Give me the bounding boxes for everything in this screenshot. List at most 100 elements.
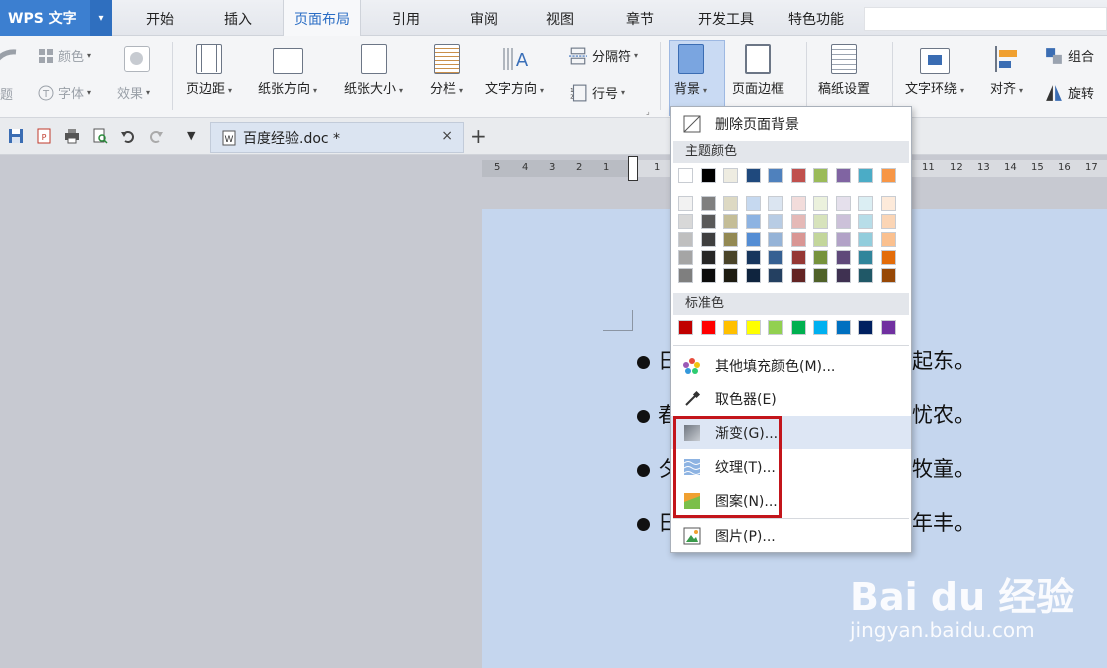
theme-shade-swatch[interactable] xyxy=(813,232,828,247)
theme-shade-swatch[interactable] xyxy=(835,232,851,247)
theme-shade-swatch[interactable] xyxy=(813,250,828,265)
tab-list-dropdown-icon[interactable]: ▼ xyxy=(187,129,195,142)
theme-shade-swatch[interactable] xyxy=(835,250,851,265)
standard-color-swatch[interactable] xyxy=(835,320,851,335)
theme-shade-swatch[interactable] xyxy=(880,250,896,265)
theme-shade-swatch[interactable] xyxy=(723,214,738,229)
line-numbers-button[interactable]: 12 行号 ▾ xyxy=(568,83,625,102)
margins-button[interactable]: 页边距 ▾ xyxy=(186,44,232,97)
indent-marker[interactable] xyxy=(628,156,638,181)
print-preview-icon[interactable] xyxy=(92,128,108,144)
background-button[interactable]: 背景 ▾ xyxy=(674,44,707,97)
standard-color-swatch[interactable] xyxy=(813,320,828,335)
page-border-button[interactable]: 页面边框 xyxy=(732,44,784,97)
theme-shade-swatch[interactable] xyxy=(745,232,761,247)
theme-shade-swatch[interactable] xyxy=(768,250,783,265)
theme-shade-swatch[interactable] xyxy=(880,232,896,247)
colors-button[interactable]: 颜色 ▾ xyxy=(38,46,91,65)
theme-shade-swatch[interactable] xyxy=(700,268,716,283)
eyedropper-item[interactable]: 取色器(E) xyxy=(671,382,911,415)
standard-color-swatch[interactable] xyxy=(700,320,716,335)
effects-icon[interactable] xyxy=(124,46,150,72)
print-icon[interactable] xyxy=(64,128,80,144)
document-tab[interactable]: W 百度经验.doc * × xyxy=(210,122,464,153)
theme-shade-swatch[interactable] xyxy=(813,268,828,283)
theme-color-swatch[interactable] xyxy=(723,168,738,183)
theme-shade-swatch[interactable] xyxy=(858,232,873,247)
theme-shade-swatch[interactable] xyxy=(745,268,761,283)
tab-page-layout[interactable]: 页面布局 xyxy=(283,0,361,37)
theme-color-swatch[interactable] xyxy=(880,168,896,183)
theme-color-swatch[interactable] xyxy=(835,168,851,183)
picture-item[interactable]: 图片(P)... xyxy=(671,519,911,552)
theme-shade-swatch[interactable] xyxy=(858,196,873,211)
theme-shade-swatch[interactable] xyxy=(858,250,873,265)
columns-button[interactable]: 分栏 ▾ xyxy=(430,44,463,97)
standard-color-swatch[interactable] xyxy=(723,320,738,335)
theme-color-swatch[interactable] xyxy=(790,168,806,183)
theme-shade-swatch[interactable] xyxy=(880,196,896,211)
breaks-button[interactable]: 分隔符 ▾ xyxy=(568,46,638,65)
text-direction-button[interactable]: A 文字方向 ▾ xyxy=(485,44,544,97)
theme-shade-swatch[interactable] xyxy=(723,250,738,265)
page-setup-launcher-icon[interactable]: ⌟ xyxy=(646,107,650,116)
theme-shade-swatch[interactable] xyxy=(745,196,761,211)
theme-shade-swatch[interactable] xyxy=(880,214,896,229)
theme-shade-swatch[interactable] xyxy=(813,196,828,211)
theme-shade-swatch[interactable] xyxy=(790,196,806,211)
app-menu-arrow-icon[interactable]: ▾ xyxy=(90,0,112,36)
theme-shade-swatch[interactable] xyxy=(858,268,873,283)
theme-shade-swatch[interactable] xyxy=(790,232,806,247)
theme-shade-swatch[interactable] xyxy=(678,268,693,283)
theme-shade-swatch[interactable] xyxy=(700,250,716,265)
tab-developer[interactable]: 开发工具 xyxy=(686,0,766,36)
search-input[interactable] xyxy=(864,7,1107,31)
tab-chapter[interactable]: 章节 xyxy=(612,0,668,36)
tab-view[interactable]: 视图 xyxy=(532,0,588,36)
theme-shade-swatch[interactable] xyxy=(700,232,716,247)
theme-shade-swatch[interactable] xyxy=(768,214,783,229)
theme-button-label[interactable]: 题 xyxy=(0,84,13,103)
fonts-button[interactable]: T 字体 ▾ xyxy=(38,83,91,102)
theme-shade-swatch[interactable] xyxy=(790,214,806,229)
theme-color-swatch[interactable] xyxy=(745,168,761,183)
theme-color-swatch[interactable] xyxy=(700,168,716,183)
theme-shade-swatch[interactable] xyxy=(678,196,693,211)
effects-button[interactable]: 效果 ▾ xyxy=(117,83,150,102)
theme-shade-swatch[interactable] xyxy=(723,196,738,211)
paper-size-button[interactable]: 纸张大小 ▾ xyxy=(344,44,403,97)
theme-icon[interactable] xyxy=(0,46,20,76)
standard-color-swatch[interactable] xyxy=(880,320,896,335)
redo-icon[interactable] xyxy=(148,128,164,144)
theme-shade-swatch[interactable] xyxy=(858,214,873,229)
standard-color-swatch[interactable] xyxy=(745,320,761,335)
theme-shade-swatch[interactable] xyxy=(835,196,851,211)
theme-shade-swatch[interactable] xyxy=(813,214,828,229)
theme-shade-swatch[interactable] xyxy=(723,232,738,247)
remove-background-item[interactable]: 删除页面背景 xyxy=(671,107,911,140)
theme-shade-swatch[interactable] xyxy=(700,196,716,211)
theme-shade-swatch[interactable] xyxy=(768,196,783,211)
standard-color-swatch[interactable] xyxy=(678,320,693,335)
theme-shade-swatch[interactable] xyxy=(700,214,716,229)
tab-references[interactable]: 引用 xyxy=(378,0,434,36)
theme-shade-swatch[interactable] xyxy=(768,232,783,247)
theme-shade-swatch[interactable] xyxy=(768,268,783,283)
theme-shade-swatch[interactable] xyxy=(835,214,851,229)
more-fill-colors-item[interactable]: 其他填充颜色(M)... xyxy=(671,349,911,382)
new-tab-icon[interactable]: + xyxy=(470,124,487,148)
orientation-button[interactable]: 纸张方向 ▾ xyxy=(258,44,317,97)
align-button[interactable]: 对齐 ▾ xyxy=(990,44,1023,97)
save-icon[interactable] xyxy=(8,128,24,144)
theme-color-swatch[interactable] xyxy=(858,168,873,183)
theme-shade-swatch[interactable] xyxy=(745,250,761,265)
theme-shade-swatch[interactable] xyxy=(678,214,693,229)
tab-start[interactable]: 开始 xyxy=(132,0,188,36)
theme-shade-swatch[interactable] xyxy=(835,268,851,283)
theme-shade-swatch[interactable] xyxy=(790,250,806,265)
tab-insert[interactable]: 插入 xyxy=(210,0,266,36)
theme-shade-swatch[interactable] xyxy=(678,232,693,247)
standard-color-swatch[interactable] xyxy=(768,320,783,335)
group-button[interactable]: 组合 xyxy=(1044,46,1094,65)
theme-shade-swatch[interactable] xyxy=(880,268,896,283)
